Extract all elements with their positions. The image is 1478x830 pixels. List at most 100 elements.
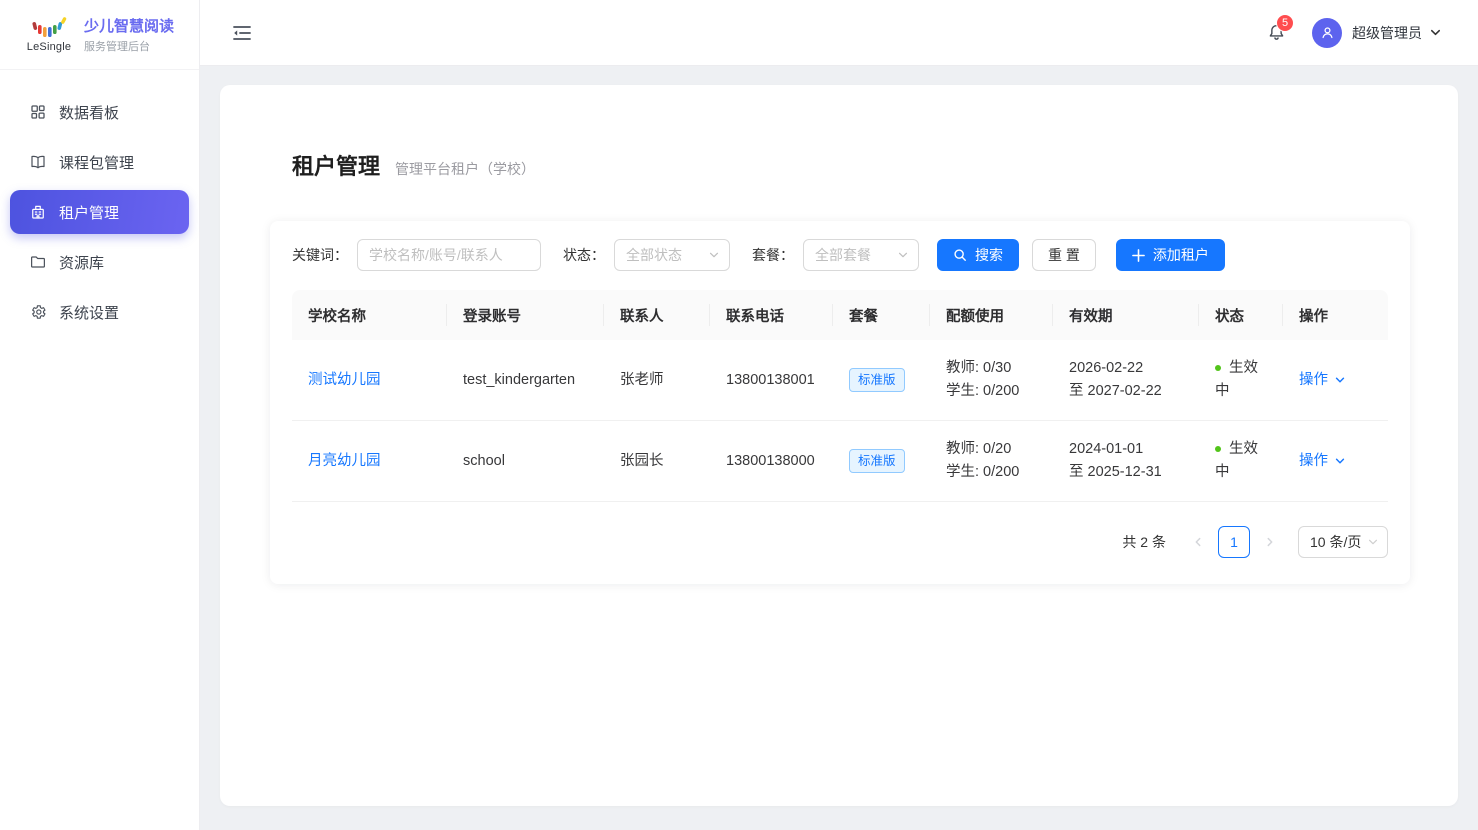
keyword-input[interactable]: [357, 239, 541, 271]
user-menu-chevron-down-icon[interactable]: [1429, 26, 1442, 39]
row-action-dropdown[interactable]: 操作: [1299, 369, 1346, 392]
next-page-icon[interactable]: [1256, 526, 1284, 558]
quota-teacher: 教师: 0/20: [946, 438, 1037, 461]
notification-bell-icon[interactable]: 5: [1266, 22, 1288, 44]
quota-student: 学生: 0/200: [946, 380, 1037, 403]
validity-cell: 2026-02-22 至 2027-02-22: [1053, 340, 1199, 421]
status-select[interactable]: 全部状态: [614, 239, 730, 271]
user-name[interactable]: 超级管理员: [1352, 23, 1422, 43]
page-size-select[interactable]: 10 条/页: [1298, 526, 1388, 558]
validity-cell: 2024-01-01 至 2025-12-31: [1053, 421, 1199, 502]
gear-icon: [29, 303, 47, 321]
column-header: 配额使用: [930, 290, 1053, 340]
keyword-label: 关键词：: [292, 245, 348, 265]
sidebar-collapse-icon[interactable]: [232, 23, 254, 43]
filter-bar: 关键词： 状态： 全部状态 套餐： 全部套餐: [292, 239, 1388, 271]
plan-label: 套餐：: [752, 245, 794, 265]
valid-from: 2026-02-22: [1069, 357, 1183, 380]
row-action-label: 操作: [1299, 450, 1328, 473]
prev-page-icon[interactable]: [1184, 526, 1212, 558]
reset-button-label: 重 置: [1048, 245, 1080, 265]
column-header: 联系人: [604, 290, 710, 340]
quota-student: 学生: 0/200: [946, 461, 1037, 484]
sidebar-item-系统设置[interactable]: 系统设置: [10, 290, 189, 334]
sidebar-item-租户管理[interactable]: 租户管理: [10, 190, 189, 234]
dashboard-icon: [29, 103, 47, 121]
content-area: 租户管理 管理平台租户（学校） 关键词： 状态： 全部状态: [200, 66, 1478, 830]
phone-cell: 13800138001: [710, 340, 833, 421]
sidebar-item-label: 课程包管理: [59, 152, 134, 173]
sidebar-item-课程包管理[interactable]: 课程包管理: [10, 140, 189, 184]
main-area: 5 超级管理员 租户管理 管理平台租户（学校）: [200, 0, 1478, 830]
row-action-dropdown[interactable]: 操作: [1299, 450, 1346, 473]
status-cell: 生效中: [1199, 340, 1283, 421]
sidebar-item-label: 系统设置: [59, 302, 119, 323]
chevron-down-icon: [897, 249, 909, 261]
notification-badge: 5: [1276, 14, 1294, 32]
contact-cell: 张老师: [604, 340, 710, 421]
page-size-value: 10 条/页: [1310, 532, 1361, 552]
column-header: 有效期: [1053, 290, 1199, 340]
sidebar-item-数据看板[interactable]: 数据看板: [10, 90, 189, 134]
phone-cell: 13800138000: [710, 421, 833, 502]
valid-to: 至 2027-02-22: [1069, 380, 1183, 403]
status-cell: 生效中: [1199, 421, 1283, 502]
sidebar-item-资源库[interactable]: 资源库: [10, 240, 189, 284]
user-avatar[interactable]: [1312, 18, 1342, 48]
contact-cell: 张园长: [604, 421, 710, 502]
status-text: 生效中: [1215, 360, 1258, 399]
sidebar: LeSingle 少儿智慧阅读 服务管理后台 数据看板课程包管理租户管理资源库系…: [0, 0, 200, 830]
page-card: 租户管理 管理平台租户（学校） 关键词： 状态： 全部状态: [220, 85, 1458, 806]
valid-to: 至 2025-12-31: [1069, 461, 1183, 484]
account-cell: school: [447, 421, 604, 502]
column-header: 登录账号: [447, 290, 604, 340]
add-tenant-button-label: 添加租户: [1153, 245, 1209, 265]
tenant-panel: 关键词： 状态： 全部状态 套餐： 全部套餐: [270, 221, 1410, 584]
plan-select[interactable]: 全部套餐: [803, 239, 919, 271]
reset-button[interactable]: 重 置: [1032, 239, 1096, 271]
sidebar-item-label: 租户管理: [59, 202, 119, 223]
column-header: 学校名称: [292, 290, 447, 340]
header-right-group: 5 超级管理员: [1266, 18, 1442, 48]
chevron-down-icon: [1367, 536, 1379, 548]
page-header: 租户管理 管理平台租户（学校）: [292, 149, 1410, 181]
quota-cell: 教师: 0/30 学生: 0/200: [930, 340, 1053, 421]
tenant-table: 学校名称登录账号联系人联系电话套餐配额使用有效期状态操作 测试幼儿园 test_…: [292, 290, 1388, 502]
column-header: 操作: [1283, 290, 1388, 340]
brand-logo: LeSingle 少儿智慧阅读 服务管理后台: [0, 0, 199, 70]
chevron-down-icon: [1334, 455, 1346, 467]
person-icon: [1319, 24, 1336, 41]
plus-icon: [1132, 249, 1145, 262]
page-title: 租户管理: [292, 149, 380, 181]
table-header-row: 学校名称登录账号联系人联系电话套餐配额使用有效期状态操作: [292, 290, 1388, 340]
status-select-value: 全部状态: [626, 245, 682, 265]
add-tenant-button[interactable]: 添加租户: [1116, 239, 1225, 271]
page-number-button[interactable]: 1: [1218, 526, 1250, 558]
status-label: 状态：: [563, 245, 605, 265]
pagination: 共 2 条 1 10 条/页: [292, 526, 1388, 558]
brand-subtitle: 服务管理后台: [84, 38, 174, 54]
column-header: 套餐: [833, 290, 930, 340]
school-name-link[interactable]: 测试幼儿园: [308, 372, 381, 388]
pagination-total: 共 2 条: [1122, 532, 1166, 552]
chevron-down-icon: [708, 249, 720, 261]
search-button-label: 搜索: [975, 245, 1003, 265]
quota-teacher: 教师: 0/30: [946, 357, 1037, 380]
row-action-label: 操作: [1299, 369, 1328, 392]
sidebar-item-label: 资源库: [59, 252, 104, 273]
valid-from: 2024-01-01: [1069, 438, 1183, 461]
school-name-link[interactable]: 月亮幼儿园: [308, 453, 381, 469]
status-dot: [1215, 446, 1221, 452]
folder-icon: [29, 253, 47, 271]
page-subtitle: 管理平台租户（学校）: [395, 159, 535, 179]
building-icon: [29, 203, 47, 221]
quota-cell: 教师: 0/20 学生: 0/200: [930, 421, 1053, 502]
status-text: 生效中: [1215, 441, 1258, 480]
app-window: LeSingle 少儿智慧阅读 服务管理后台 数据看板课程包管理租户管理资源库系…: [0, 0, 1478, 830]
chevron-down-icon: [1334, 374, 1346, 386]
sidebar-menu: 数据看板课程包管理租户管理资源库系统设置: [0, 70, 199, 354]
search-button[interactable]: 搜索: [937, 239, 1019, 271]
table-row: 月亮幼儿园 school 张园长 13800138000 标准版 教师: 0/2…: [292, 421, 1388, 502]
account-cell: test_kindergarten: [447, 340, 604, 421]
book-icon: [29, 153, 47, 171]
